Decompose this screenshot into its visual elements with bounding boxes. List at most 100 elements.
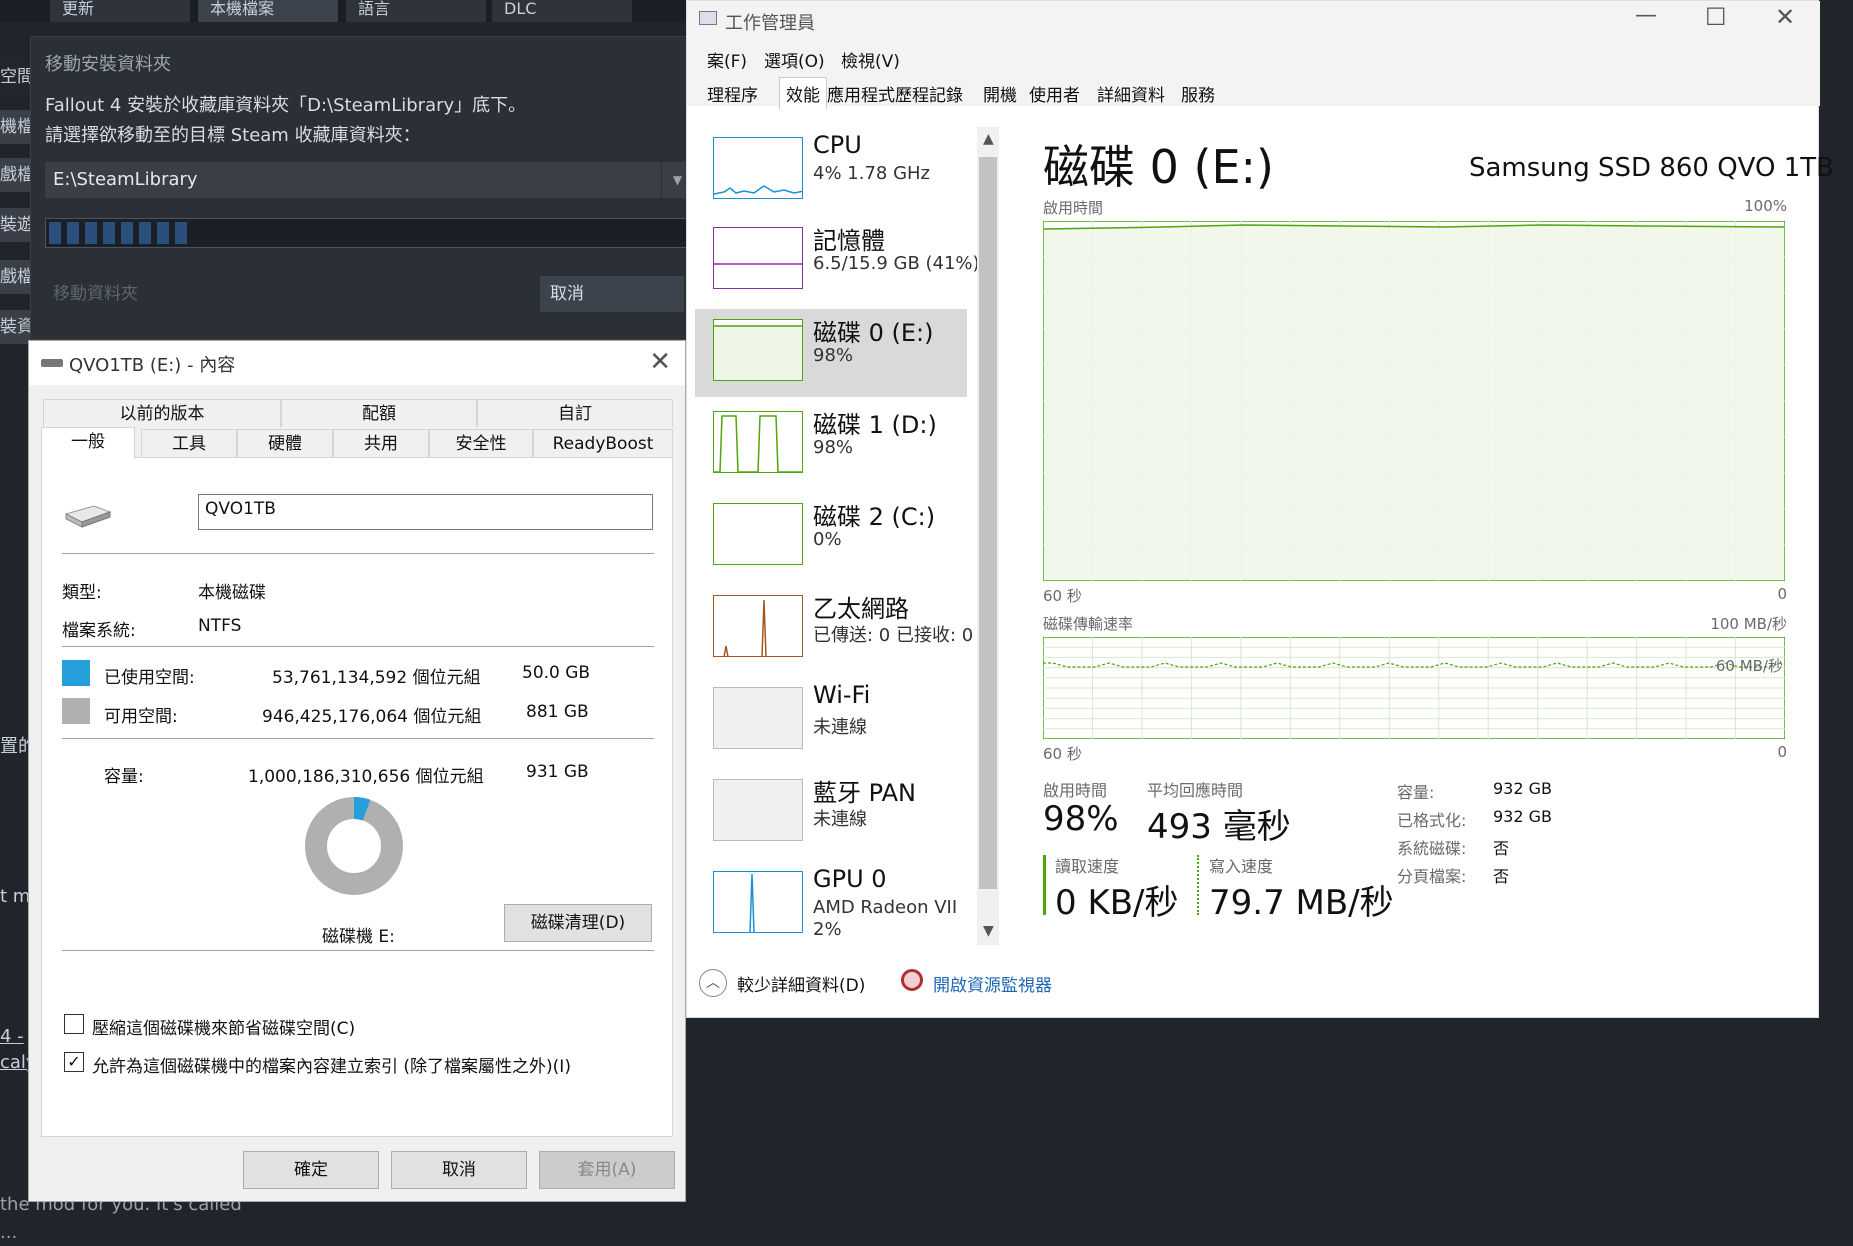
cancel-button[interactable]: 取消: [391, 1151, 527, 1189]
tab-tools[interactable]: 工具: [141, 429, 237, 457]
menu-file[interactable]: 案(F): [707, 47, 747, 72]
resource-name: Wi-Fi: [813, 681, 871, 709]
compress-checkbox[interactable]: [64, 1014, 84, 1034]
dialog-message: Fallout 4 安裝於收藏庫資料夾「D:\SteamLibrary」底下。: [45, 95, 527, 116]
scroll-down-icon[interactable]: ▼: [983, 923, 994, 939]
resource-item[interactable]: 磁碟 2 (C:) 0%: [695, 493, 967, 581]
close-icon[interactable]: ✕: [1775, 3, 1795, 31]
steam-link[interactable]: 4 -: [0, 1026, 28, 1047]
move-install-folder-dialog: 移動安裝資料夾 Fallout 4 安裝於收藏庫資料夾「D:\SteamLibr…: [30, 36, 708, 340]
index-checkbox[interactable]: ✓: [64, 1052, 84, 1072]
free-space-bytes: 946,425,176,064 個位元組: [262, 707, 482, 727]
bluetooth-mini-graph: [713, 779, 803, 841]
apply-button[interactable]: 套用(A): [539, 1151, 675, 1189]
disk0-mini-graph: [713, 319, 803, 381]
steam-tab-updates[interactable]: 更新: [50, 0, 190, 22]
type-value: 本機磁碟: [198, 583, 266, 603]
resource-item[interactable]: 磁碟 0 (E:) 98%: [695, 309, 967, 397]
tab-readyboost[interactable]: ReadyBoost: [533, 429, 673, 457]
steam-side-item[interactable]: 機檔: [0, 110, 30, 144]
steam-tab-local-files[interactable]: 本機檔案: [198, 0, 338, 22]
fewer-details-link[interactable]: 較少詳細資料(D): [737, 971, 865, 996]
steam-side-item[interactable]: 戲檔: [0, 158, 30, 192]
tab-hardware[interactable]: 硬體: [237, 429, 333, 457]
open-resource-monitor-link[interactable]: 開啟資源監視器: [933, 971, 1052, 996]
tab-users[interactable]: 使用者: [1029, 81, 1080, 106]
steam-side-item[interactable]: 裝遊: [0, 208, 30, 242]
tab-services[interactable]: 服務: [1181, 81, 1215, 106]
ok-button[interactable]: 確定: [243, 1151, 379, 1189]
resource-detail: 已傳送: 0 已接收: 0: [813, 625, 974, 646]
tab-performance[interactable]: 效能: [779, 77, 827, 109]
move-progress-bar: [45, 218, 691, 248]
progress-block: [49, 222, 61, 244]
disk1-mini-graph: [713, 411, 803, 473]
tab-previous-versions[interactable]: 以前的版本: [43, 399, 281, 427]
resource-item[interactable]: Wi-Fi 未連線: [695, 677, 967, 765]
menu-options[interactable]: 選項(O): [764, 47, 825, 72]
divider: [62, 553, 654, 554]
progress-fill: [49, 222, 687, 249]
title-bar: QVO1TB (E:) - 內容 ✕: [29, 341, 685, 385]
library-select[interactable]: E:\SteamLibrary ▼: [45, 162, 693, 198]
used-space-gb: 50.0 GB: [522, 663, 591, 683]
resource-name: 磁碟 0 (E:): [813, 319, 934, 347]
tab-app-history[interactable]: 應用程式歷程記錄: [827, 81, 963, 106]
used-space-bytes: 53,761,134,592 個位元組: [272, 668, 481, 688]
close-icon[interactable]: ✕: [649, 347, 671, 377]
used-space-label: 已使用空間:: [104, 668, 195, 688]
steam-fragment: 置的: [0, 736, 28, 757]
move-folder-button[interactable]: 移動資料夾: [45, 277, 235, 311]
resource-item[interactable]: CPU 4% 1.78 GHz: [695, 127, 967, 215]
free-space-slice: [305, 797, 403, 895]
resource-item[interactable]: 藍牙 PAN 未連線: [695, 769, 967, 857]
tab-details[interactable]: 詳細資料: [1097, 81, 1165, 106]
resource-item[interactable]: 乙太網路 已傳送: 0 已接收: 0: [695, 585, 973, 673]
resource-item[interactable]: 記憶體 6.5/15.9 GB (41%): [695, 217, 980, 305]
chevron-up-icon[interactable]: ︿: [699, 969, 727, 997]
steam-tab-dlc[interactable]: DLC: [492, 0, 632, 22]
filesystem-label: 檔案系統:: [62, 621, 136, 641]
maximize-icon[interactable]: ☐: [1705, 3, 1727, 31]
active-time-graph: [1043, 221, 1785, 581]
graph-max-label: 100 MB/秒: [1710, 615, 1787, 633]
cpu-mini-graph: [713, 137, 803, 199]
tab-general[interactable]: 一般: [41, 427, 135, 459]
memory-mini-graph: [713, 227, 803, 289]
resource-detail: 98%: [813, 437, 854, 458]
steam-tab-bar: 更新 本機檔案 語言 DLC: [0, 0, 700, 22]
progress-block: [157, 222, 169, 244]
steam-link[interactable]: caly: [0, 1052, 28, 1073]
menu-view[interactable]: 檢視(V): [841, 47, 900, 72]
free-space-swatch: [62, 698, 90, 724]
drive-letter-label: 磁碟機 E:: [322, 927, 395, 947]
graph-zero-label: 0: [1777, 743, 1787, 761]
steam-side-item[interactable]: 裝資: [0, 310, 30, 344]
tab-security[interactable]: 安全性: [429, 429, 533, 457]
task-manager-icon: [699, 11, 717, 25]
resource-item[interactable]: GPU 0 AMD Radeon VII 2%: [695, 861, 967, 949]
resource-item[interactable]: 磁碟 1 (D:) 98%: [695, 401, 967, 489]
tab-processes[interactable]: 理程序: [707, 81, 758, 106]
tab-customize[interactable]: 自訂: [477, 399, 673, 427]
tab-quota[interactable]: 配額: [281, 399, 477, 427]
cancel-button[interactable]: 取消: [540, 276, 684, 312]
steam-side-item[interactable]: 空間: [0, 60, 30, 94]
steam-tab-language[interactable]: 語言: [346, 0, 486, 22]
write-speed-value: 79.7 MB/秒: [1209, 883, 1394, 923]
free-space-gb: 881 GB: [526, 702, 589, 722]
scroll-up-icon[interactable]: ▲: [983, 131, 994, 147]
tab-startup[interactable]: 開機: [983, 81, 1017, 106]
steam-side-item[interactable]: 戲檔: [0, 260, 30, 294]
resource-list-scrollbar[interactable]: ▲ ▼: [977, 127, 999, 945]
tab-sharing[interactable]: 共用: [333, 429, 429, 457]
minimize-icon[interactable]: —: [1635, 3, 1657, 28]
disk-heading: 磁碟 0 (E:): [1043, 140, 1274, 194]
response-time-label: 平均回應時間: [1147, 781, 1244, 800]
capacity-value: 932 GB: [1493, 779, 1552, 798]
formatted-value: 932 GB: [1493, 807, 1552, 826]
gpu-mini-graph: [713, 871, 803, 933]
disk-cleanup-button[interactable]: 磁碟清理(D): [504, 904, 652, 942]
scrollbar-thumb[interactable]: [979, 157, 997, 889]
drive-name-input[interactable]: QVO1TB: [198, 494, 653, 530]
